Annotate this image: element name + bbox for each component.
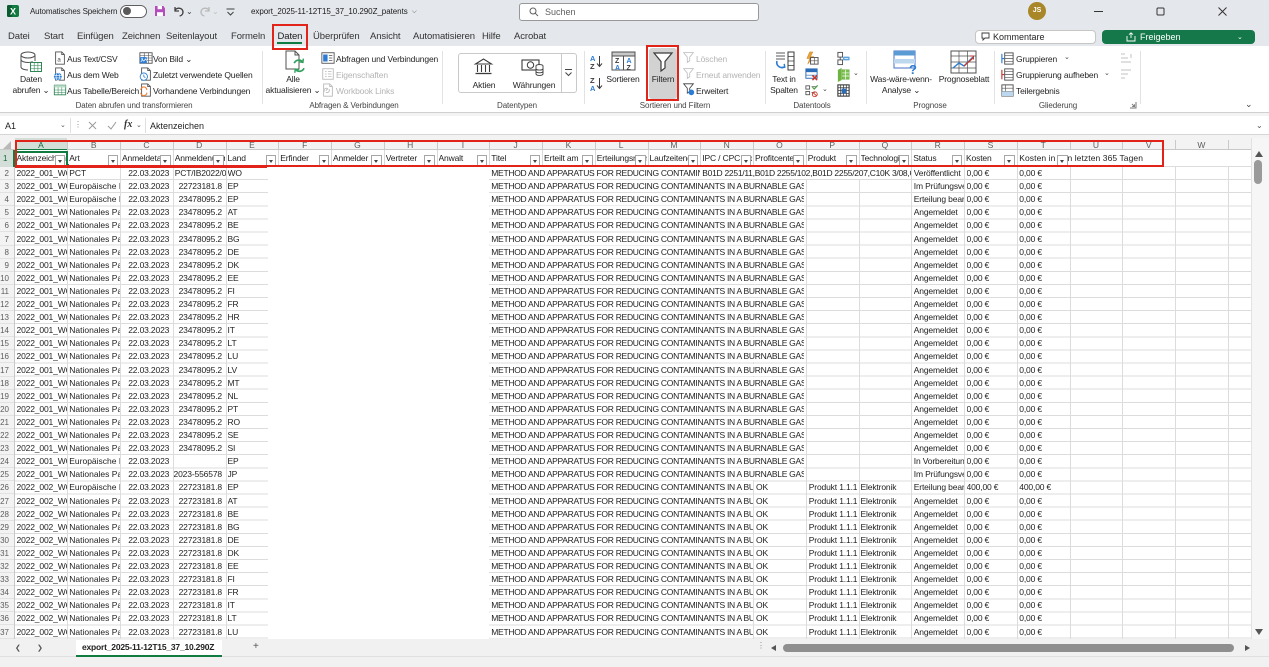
svg-text:A: A <box>627 58 632 65</box>
svg-text:Z: Z <box>615 58 620 65</box>
svg-text:A: A <box>615 65 620 71</box>
svg-text:Z: Z <box>627 65 632 71</box>
svg-text:?: ? <box>909 62 917 74</box>
svg-text:X: X <box>10 6 16 16</box>
svg-text:Z: Z <box>590 62 595 70</box>
svg-text:A: A <box>590 84 596 92</box>
svg-text:a: a <box>57 57 61 64</box>
